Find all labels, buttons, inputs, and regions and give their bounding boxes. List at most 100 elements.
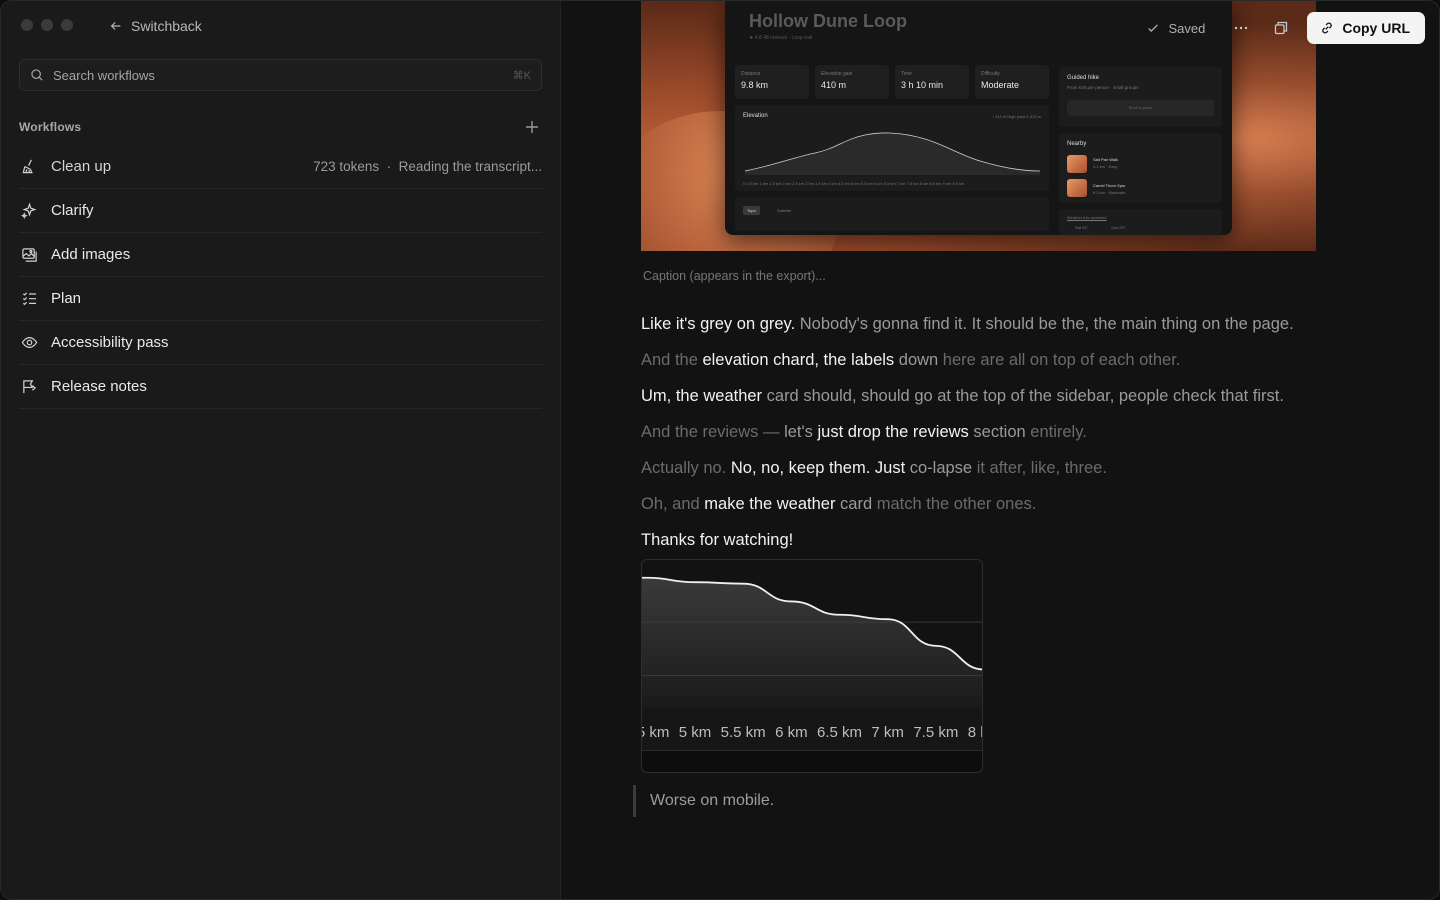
workflow-item-release-notes[interactable]: Release notes	[19, 365, 542, 409]
chart-x-tick-label: 5.5 km	[721, 724, 766, 741]
transcript-line[interactable]: And the reviews — let's just drop the re…	[641, 414, 1401, 450]
transcript-segment: Actually no.	[641, 459, 731, 477]
nearby-name[interactable]: Salt Pan Walk	[1093, 157, 1118, 162]
nearby-name[interactable]: Camel Thorn Spur	[1093, 183, 1126, 188]
mini-elevation-chart	[744, 132, 1041, 175]
chart-x-tick-label: 6 km	[775, 724, 808, 741]
search-shortcut: ⌘K	[512, 69, 531, 82]
map-panel: Topo Satellite	[735, 197, 1049, 231]
chart-x-tick-label: 4.5 km	[642, 724, 669, 741]
workflow-status: Reading the transcript...	[398, 159, 542, 174]
back-button[interactable]: Switchback	[109, 18, 202, 34]
workflow-label: Clean up	[51, 158, 313, 175]
trail-subtitle: ★ 4.8 48 reviews · Loop trail	[749, 35, 813, 41]
workflow-list: Clean up 723 tokens · Reading the transc…	[19, 145, 542, 409]
add-workflow-button[interactable]	[522, 117, 542, 137]
transcript-line[interactable]: Thanks for watching!	[641, 522, 1401, 558]
chart-x-tick-label: 7.5 km	[913, 724, 958, 741]
elevation-chart-image[interactable]: 4.5 km 5 km 5.5 km 6 km 6.5 km 7 km 7.5 km 8 km	[641, 559, 983, 773]
stat-distance: Distance 9.8 km	[735, 65, 809, 99]
book-guide-button[interactable]: Book a guide	[1067, 100, 1214, 116]
transcript-line[interactable]: Actually no. No, no, keep them. Just co-…	[641, 450, 1401, 486]
arrow-left-icon	[110, 22, 121, 30]
stat-value: Moderate	[981, 80, 1020, 90]
stat-difficulty: Difficulty Moderate	[975, 65, 1049, 99]
workflow-progress: 723 tokens · Reading the transcript...	[313, 159, 542, 174]
workflow-label: Plan	[51, 290, 82, 307]
stat-label: Time	[901, 71, 912, 77]
transcript-segment: card	[840, 495, 877, 513]
nearby-meta: 4.1 km · Easy	[1093, 164, 1118, 169]
search-input[interactable]	[53, 67, 504, 83]
workflow-item-clean-up[interactable]: Clean up 723 tokens · Reading the transc…	[19, 145, 542, 189]
window-controls	[21, 19, 73, 31]
transcript-segment: Thanks for watching!	[641, 531, 794, 549]
nearby-thumbnail	[1067, 155, 1087, 173]
transcript-segment: Like it's grey on grey.	[641, 315, 796, 333]
check-icon	[1148, 24, 1159, 32]
search-box[interactable]: ⌘K	[19, 59, 542, 91]
chart-footer	[642, 750, 982, 772]
broom-icon	[19, 157, 39, 177]
transcript-line[interactable]: Um, the weather card should, should go a…	[641, 378, 1401, 414]
transcript-segment: down	[898, 351, 943, 369]
copy-window-icon	[1275, 21, 1288, 35]
map-tab-satellite[interactable]: Satellite	[773, 206, 795, 215]
sidebar: Switchback ⌘K Workflows Clean up 723 tok…	[1, 1, 561, 899]
map-tab-topo[interactable]: Topo	[743, 206, 760, 215]
maximize-window-button[interactable]	[61, 19, 73, 31]
more-options-button[interactable]	[1227, 14, 1255, 42]
chart-x-tick-label: 8 km	[968, 724, 983, 741]
nearby-thumbnail	[1067, 179, 1087, 197]
workflows-section-label: Workflows	[19, 120, 82, 134]
copy-url-button[interactable]: Copy URL	[1307, 12, 1425, 44]
transcript-segment: entirely.	[1030, 423, 1087, 441]
stat-value: 3 h 10 min	[901, 80, 944, 90]
trail-title: Hollow Dune Loop	[749, 11, 907, 31]
minimize-window-button[interactable]	[41, 19, 53, 31]
guided-title: Guided hike	[1067, 75, 1100, 81]
transcript-segment: Um, the weather	[641, 387, 767, 405]
stat-label: Elevation gain	[821, 71, 853, 77]
saved-label: Saved	[1168, 20, 1206, 36]
workflow-label: Add images	[51, 246, 131, 263]
nearby-meta: 6.3 km · Moderate	[1093, 190, 1126, 195]
weather-panel: Weather this weekend Sat 31° Sun 29°	[1059, 209, 1222, 235]
images-icon	[19, 245, 39, 265]
transcript-line[interactable]: And the elevation chard, the labels down…	[641, 342, 1401, 378]
document-view: Hollow Dune Loop ★ 4.8 48 reviews · Loop…	[561, 1, 1439, 899]
image-caption[interactable]: Caption (appears in the export)...	[643, 269, 826, 283]
guided-sub: From €45 per person · small groups	[1067, 85, 1139, 90]
stat-value: 410 m	[821, 80, 847, 90]
sparkle-icon	[19, 201, 39, 221]
stat-value: 9.8 km	[741, 80, 769, 90]
weather-title[interactable]: Weather this weekend	[1067, 215, 1107, 220]
blockquote: Worse on mobile.	[633, 785, 774, 817]
stat-label: Distance	[741, 71, 761, 77]
workflows-header: Workflows	[19, 115, 542, 139]
search-icon	[31, 69, 43, 81]
transcript-segment: make the weather	[704, 495, 841, 513]
close-window-button[interactable]	[21, 19, 33, 31]
workflow-item-clarify[interactable]: Clarify	[19, 189, 542, 233]
open-window-button[interactable]	[1267, 14, 1295, 42]
document-toolbar: Saved Copy URL	[1146, 12, 1425, 44]
copy-url-label: Copy URL	[1342, 20, 1410, 36]
workflow-item-add-images[interactable]: Add images	[19, 233, 542, 277]
workflow-label: Release notes	[51, 378, 147, 395]
transcript-segment: card should, should go at the top of the…	[766, 387, 1284, 405]
transcript-segment: just drop the reviews	[817, 423, 974, 441]
transcript-segment: let's	[784, 423, 818, 441]
transcript-segment: And the reviews —	[641, 423, 785, 441]
ellipsis-icon	[1235, 26, 1248, 30]
transcript-line[interactable]: Like it's grey on grey. Nobody's gonna f…	[641, 306, 1401, 342]
transcript-segment: elevation chard, the labels	[702, 351, 899, 369]
weather-saturday: Sat 31°	[1075, 225, 1089, 230]
flag-icon	[19, 377, 39, 397]
workflow-item-accessibility-pass[interactable]: Accessibility pass	[19, 321, 542, 365]
workflow-item-plan[interactable]: Plan	[19, 277, 542, 321]
transcript-segment: it after, like, three.	[976, 459, 1107, 477]
transcript-line[interactable]: Oh, and make the weather card match the …	[641, 486, 1401, 522]
elevation-panel: Elevation ↑ 410 m High point 1,312 m 0 0…	[735, 105, 1049, 191]
weather-sunday: Sun 29°	[1111, 225, 1126, 230]
